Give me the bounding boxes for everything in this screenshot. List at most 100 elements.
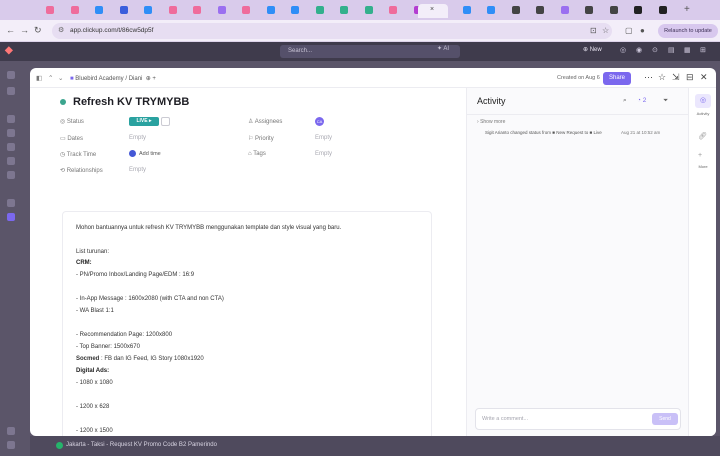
- tab-favicon-icon[interactable]: [168, 6, 177, 14]
- tab-favicon-icon[interactable]: [511, 6, 520, 14]
- breadcrumb-add-icon[interactable]: ⊕ +: [144, 76, 156, 82]
- activity-comments-count[interactable]: ◔ 2: [637, 97, 646, 104]
- help-icon[interactable]: [7, 441, 15, 449]
- link-icon[interactable]: 🔗︎: [698, 132, 707, 140]
- tab-favicon-icon[interactable]: [585, 6, 593, 14]
- tab-favicon-icon[interactable]: [462, 6, 471, 14]
- reload-icon[interactable]: ↻: [34, 25, 42, 36]
- back-icon[interactable]: ←: [6, 25, 15, 35]
- docs-icon[interactable]: ▤: [668, 46, 675, 54]
- activity-rail-label: Activity: [696, 111, 710, 116]
- tab-favicon-icon[interactable]: [536, 6, 544, 14]
- timer-icon[interactable]: ⊙: [652, 46, 658, 54]
- show-more-link[interactable]: › Show more: [477, 119, 505, 125]
- extensions-icon[interactable]: ▢: [625, 26, 633, 35]
- description-editor[interactable]: [62, 211, 432, 436]
- tab-close-icon[interactable]: ×: [430, 6, 434, 13]
- tab-favicon-icon[interactable]: [291, 6, 299, 14]
- tab-favicon-icon[interactable]: [266, 6, 275, 14]
- space-icon[interactable]: [7, 213, 15, 221]
- tags-value[interactable]: Empty: [315, 151, 332, 157]
- tab-favicon-icon[interactable]: [389, 6, 397, 14]
- invite-icon[interactable]: [7, 427, 15, 435]
- share-button[interactable]: Share: [603, 72, 631, 85]
- tab-favicon-icon[interactable]: [95, 6, 103, 14]
- home-icon[interactable]: [7, 71, 15, 79]
- browser-tab-bar: × +: [0, 0, 720, 20]
- dates-value[interactable]: Empty: [129, 135, 146, 141]
- complete-checkbox[interactable]: [161, 117, 170, 126]
- bottom-task-bar: Jakarta - Taksi - Request KV Promo Code …: [30, 436, 720, 456]
- tab-favicon-icon[interactable]: [364, 6, 373, 14]
- tab-favicon-icon[interactable]: [560, 6, 569, 14]
- activity-search-icon[interactable]: ⌕: [623, 97, 627, 105]
- bottom-task-title[interactable]: Jakarta - Taksi - Request KV Promo Code …: [66, 442, 217, 448]
- relationships-label: ⟲ Relationships: [60, 168, 103, 174]
- task-title[interactable]: Refresh KV TRYMYBB: [73, 96, 189, 108]
- dashboards-icon[interactable]: [7, 129, 15, 137]
- apps-icon[interactable]: ▦: [684, 46, 691, 54]
- breadcrumb-list[interactable]: Diani: [129, 76, 143, 82]
- forward-icon[interactable]: →: [20, 25, 29, 35]
- play-icon[interactable]: [129, 150, 136, 157]
- tab-favicon-icon[interactable]: [340, 6, 348, 14]
- docs-sidebar-icon[interactable]: [7, 115, 15, 123]
- tab-favicon-icon[interactable]: [70, 6, 79, 14]
- breadcrumb-space[interactable]: Bluebird Academy: [75, 76, 123, 82]
- tab-favicon-icon[interactable]: [242, 6, 250, 14]
- install-icon[interactable]: ⊡: [590, 26, 597, 35]
- new-button[interactable]: ⊕ New: [583, 46, 602, 53]
- tab-favicon-icon[interactable]: [609, 6, 618, 14]
- close-icon[interactable]: ✕: [700, 72, 708, 83]
- chat-icon[interactable]: [7, 143, 15, 151]
- desc-line: - PN/Promo Inbox/Landing Page/EDM : 16:9: [76, 272, 195, 278]
- priority-value[interactable]: Empty: [315, 135, 332, 141]
- tab-favicon-icon[interactable]: [487, 6, 495, 14]
- url-field[interactable]: ⚙ app.clickup.com/t/86cw5dp5f: [52, 23, 612, 39]
- tab-favicon-icon[interactable]: [144, 6, 152, 14]
- filter-icon[interactable]: ⏷: [663, 97, 668, 105]
- tab-favicon-icon[interactable]: [315, 6, 324, 14]
- add-icon[interactable]: +: [698, 152, 702, 159]
- site-info-icon[interactable]: ⚙: [58, 26, 64, 34]
- breadcrumb[interactable]: ■ Bluebird Academy / Diani ⊕ +: [70, 75, 156, 82]
- timesheets-icon[interactable]: [7, 171, 15, 179]
- tab-favicon-icon[interactable]: [217, 6, 226, 14]
- avatar[interactable]: CA: [315, 117, 324, 126]
- next-task-icon[interactable]: ⌄: [58, 74, 63, 82]
- tab-favicon-icon[interactable]: [193, 6, 201, 14]
- ai-button[interactable]: ✦ AI: [437, 45, 449, 52]
- bookmark-icon[interactable]: ☆: [602, 26, 609, 35]
- status-badge[interactable]: LIVE ▸: [129, 117, 159, 126]
- tab-favicon-icon[interactable]: [634, 6, 642, 14]
- task-status-icon[interactable]: [60, 99, 66, 105]
- notepad-icon[interactable]: ◉: [636, 46, 642, 54]
- goals-icon[interactable]: [7, 157, 15, 165]
- relationships-value[interactable]: Empty: [129, 167, 146, 173]
- add-time-button[interactable]: Add time: [139, 151, 161, 157]
- record-icon[interactable]: ◎: [620, 46, 626, 54]
- profile-icon[interactable]: ●: [640, 26, 645, 35]
- activity-rail-button[interactable]: ◎: [695, 94, 711, 108]
- send-button[interactable]: Send: [652, 413, 678, 425]
- more-icon[interactable]: ⋯: [644, 72, 653, 83]
- desc-heading: Digital Ads:: [76, 368, 110, 374]
- tab-favicon-icon[interactable]: [119, 6, 128, 14]
- favorite-icon[interactable]: ☆: [658, 72, 666, 83]
- inbox-icon[interactable]: [7, 87, 15, 95]
- favorites-icon[interactable]: [7, 199, 15, 207]
- grid-icon[interactable]: ⊞: [700, 46, 706, 54]
- prev-task-icon[interactable]: ⌃: [48, 74, 53, 82]
- comment-input[interactable]: Write a comment... Send: [475, 408, 681, 430]
- tab-favicon-icon[interactable]: [46, 6, 54, 14]
- search-input[interactable]: Search...: [280, 45, 460, 58]
- task-modal: ◧ ⌃ ⌄ ■ Bluebird Academy / Diani ⊕ + Cre…: [30, 68, 716, 436]
- clickup-logo-icon[interactable]: ◆: [5, 45, 15, 57]
- relaunch-button[interactable]: Relaunch to update: [658, 24, 718, 38]
- layout-icon[interactable]: ⊟: [686, 72, 694, 83]
- new-tab-icon[interactable]: +: [684, 4, 690, 15]
- sidebar-toggle-icon[interactable]: ◧: [36, 74, 42, 82]
- collapse-icon[interactable]: ⇲: [672, 72, 680, 83]
- tab-favicon-icon[interactable]: [658, 6, 667, 14]
- app-sidebar: [0, 61, 30, 456]
